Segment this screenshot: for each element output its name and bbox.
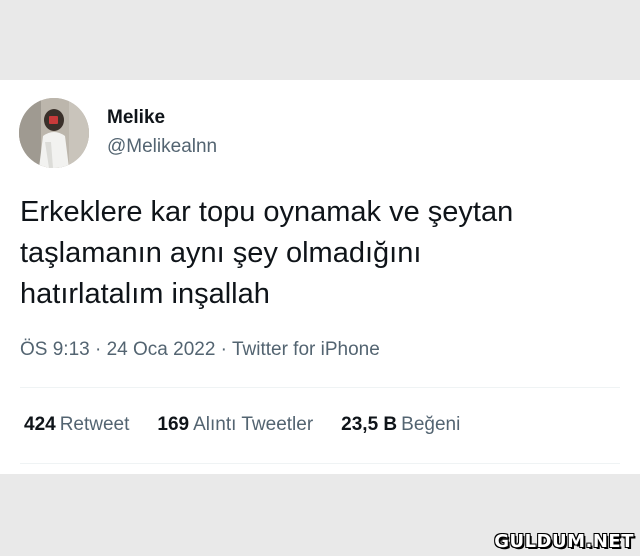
- avatar[interactable]: [19, 98, 89, 168]
- like-count: 23,5 B: [341, 414, 398, 435]
- watermark-logo: GULDUM.NET: [494, 531, 634, 552]
- tweet-timestamp[interactable]: ÖS 9:13 · 24 Oca 2022 · Twitter for iPho…: [20, 339, 380, 361]
- like-label: Beğeni: [401, 414, 461, 435]
- tweet-text-line: Erkeklere kar topu oynamak ve şeytan: [20, 196, 514, 228]
- tweet-stats: 424 Retweet 169 Alıntı Tweetler 23,5 B Beğe…: [24, 414, 488, 436]
- retweet-label: Retweet: [59, 414, 130, 435]
- author-name[interactable]: Melike: [107, 107, 165, 129]
- retweet-count: 424: [24, 414, 56, 435]
- author-handle[interactable]: @Melikealnn: [107, 136, 217, 158]
- tweet-text-line: hatırlatalım inşallah: [20, 278, 270, 310]
- avatar-photo: [19, 98, 89, 168]
- divider: [20, 387, 620, 388]
- like-stat[interactable]: 23,5 B Beğeni: [341, 414, 460, 436]
- tweet-card: Melike @Melikealnn Erkeklere kar topu oy…: [0, 80, 640, 474]
- tweet-text-line: taşlamanın aynı şey olmadığını: [20, 237, 422, 269]
- quote-tweet-stat[interactable]: 169 Alıntı Tweetler: [157, 414, 313, 436]
- retweet-stat[interactable]: 424 Retweet: [24, 414, 129, 436]
- tweet-text: Erkeklere kar topu oynamak ve şeytan taş…: [20, 192, 620, 315]
- quote-tweet-label: Alıntı Tweetler: [193, 414, 314, 435]
- divider: [20, 463, 620, 464]
- quote-tweet-count: 169: [157, 414, 190, 435]
